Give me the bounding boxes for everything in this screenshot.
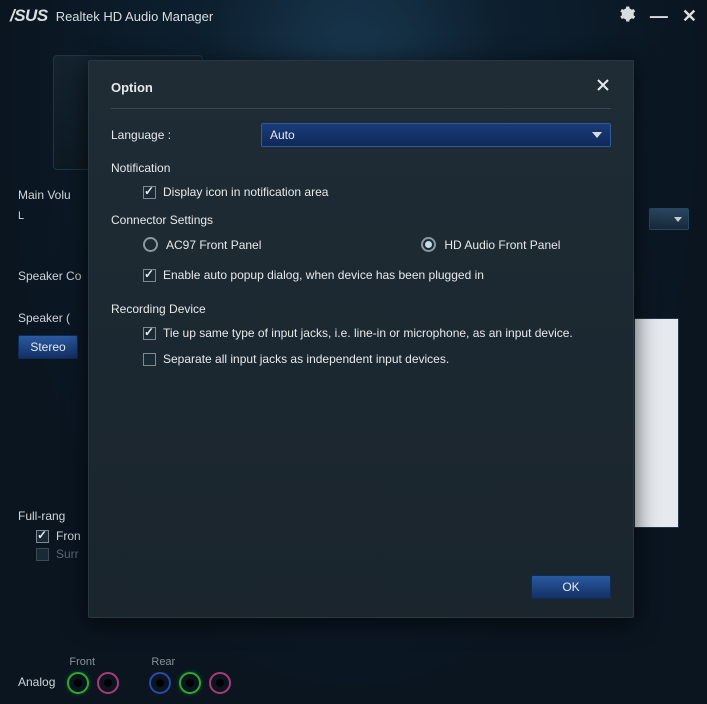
ac97-radio[interactable] — [143, 237, 158, 252]
auto-popup-checkbox-row: Enable auto popup dialog, when device ha… — [143, 268, 611, 282]
ac97-radio-label: AC97 Front Panel — [166, 238, 261, 252]
language-label: Language : — [111, 128, 261, 142]
tie-up-checkbox-label: Tie up same type of input jacks, i.e. li… — [163, 326, 573, 340]
chevron-down-icon — [592, 132, 602, 138]
separate-checkbox-row: Separate all input jacks as independent … — [143, 352, 611, 366]
language-value: Auto — [270, 128, 295, 142]
modal-body: Language : Auto Notification Display ico… — [111, 109, 611, 392]
tie-up-checkbox[interactable] — [143, 327, 156, 340]
modal-backdrop: Option Language : Auto Notification Disp… — [0, 0, 707, 704]
main-window: /SUS Realtek HD Audio Manager — ✕ Main V… — [0, 0, 707, 704]
hd-radio-item: HD Audio Front Panel — [421, 237, 560, 252]
ok-button[interactable]: OK — [531, 575, 611, 599]
option-modal: Option Language : Auto Notification Disp… — [88, 60, 634, 618]
notification-group-label: Notification — [111, 161, 611, 175]
modal-title: Option — [111, 80, 153, 95]
auto-popup-checkbox-label: Enable auto popup dialog, when device ha… — [163, 268, 484, 282]
modal-header: Option — [111, 77, 611, 109]
hd-radio[interactable] — [421, 237, 436, 252]
auto-popup-checkbox[interactable] — [143, 269, 156, 282]
recording-group-label: Recording Device — [111, 302, 611, 316]
language-row: Language : Auto — [111, 123, 611, 147]
notification-checkbox-label: Display icon in notification area — [163, 185, 328, 199]
ac97-radio-item: AC97 Front Panel — [143, 237, 261, 252]
modal-footer: OK — [531, 575, 611, 599]
language-dropdown[interactable]: Auto — [261, 123, 611, 147]
hd-radio-label: HD Audio Front Panel — [444, 238, 560, 252]
separate-checkbox-label: Separate all input jacks as independent … — [163, 352, 449, 366]
connector-group-label: Connector Settings — [111, 213, 611, 227]
notification-checkbox[interactable] — [143, 186, 156, 199]
notification-checkbox-row: Display icon in notification area — [143, 185, 611, 199]
separate-checkbox[interactable] — [143, 353, 156, 366]
modal-close-button[interactable] — [595, 77, 611, 98]
tie-up-checkbox-row: Tie up same type of input jacks, i.e. li… — [143, 326, 611, 340]
front-panel-radio-row: AC97 Front Panel HD Audio Front Panel — [143, 237, 611, 252]
